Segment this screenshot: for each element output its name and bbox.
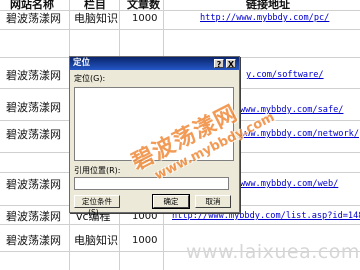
grid-line bbox=[0, 10, 360, 11]
table-cell-name[interactable]: 碧波荡漾网 bbox=[6, 234, 61, 247]
header-article-count: 文章数 bbox=[127, 0, 160, 11]
header-link: 链接地址 bbox=[246, 0, 290, 11]
table-cell-name[interactable]: 碧波荡漾网 bbox=[6, 210, 61, 223]
table-cell-count[interactable]: 1000 bbox=[132, 234, 157, 247]
table-cell-name[interactable]: 碧波荡漾网 bbox=[6, 178, 61, 191]
table-cell-column[interactable]: 电脑知识 bbox=[74, 234, 118, 247]
table-cell-name[interactable]: 碧波荡漾网 bbox=[6, 12, 61, 25]
table-cell-name[interactable]: 碧波荡漾网 bbox=[6, 69, 61, 82]
site-watermark: www.laixuea.com bbox=[186, 241, 360, 263]
table-cell-name[interactable]: 碧波荡漾网 bbox=[6, 101, 61, 114]
table-cell-count[interactable]: 1000 bbox=[132, 12, 157, 25]
grid-line bbox=[0, 224, 360, 225]
help-icon[interactable]: ? bbox=[214, 59, 224, 69]
header-column: 栏目 bbox=[84, 0, 106, 11]
table-cell-url[interactable]: http://www.mybbdy.com/pc/ bbox=[200, 13, 329, 24]
special-button[interactable]: 定位条件(S)... bbox=[74, 195, 120, 217]
table-cell-url[interactable]: www.mybbdy.com/web/ bbox=[240, 179, 338, 190]
table-cell-column[interactable]: 电脑知识 bbox=[74, 12, 118, 25]
table-cell-name[interactable]: 碧波荡漾网 bbox=[6, 128, 61, 141]
goto-label: 定位(G): bbox=[74, 74, 106, 83]
ok-button[interactable]: 确定 bbox=[152, 194, 190, 209]
dialog-title-bar[interactable]: 定位 ? X bbox=[70, 57, 239, 70]
reference-label: 引用位置(R): bbox=[74, 166, 121, 175]
dialog-title: 定位 bbox=[73, 58, 91, 68]
close-icon[interactable]: X bbox=[226, 59, 236, 69]
header-site-name: 网站名称 bbox=[10, 0, 54, 11]
grid-line bbox=[0, 29, 360, 30]
table-cell-url[interactable]: y.com/software/ bbox=[246, 70, 324, 81]
cancel-button[interactable]: 取消 bbox=[195, 195, 231, 208]
